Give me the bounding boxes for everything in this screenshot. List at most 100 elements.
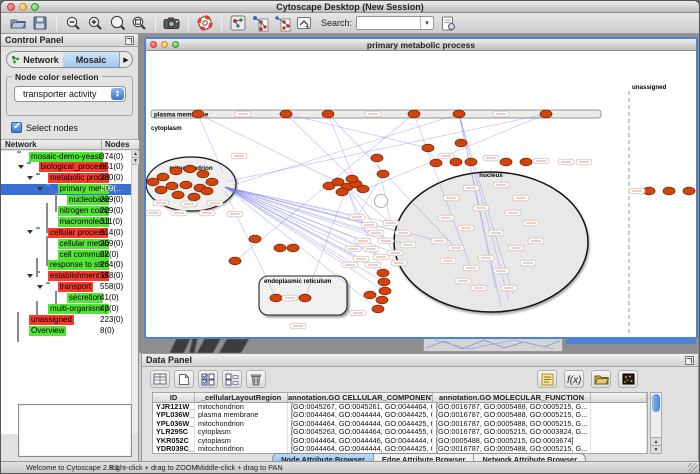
network-node[interactable] <box>192 110 204 118</box>
table-cell[interactable]: [GO:0016787, GO:0005488, GO:0005215, G..… <box>433 411 591 419</box>
tab-network[interactable]: Network <box>7 52 63 67</box>
scrollbar-thumb[interactable] <box>652 394 660 412</box>
tree-column-nodes[interactable]: Nodes <box>101 140 129 149</box>
network-node[interactable] <box>280 110 292 118</box>
table-row[interactable]: YPL036W__1mitochondrion[GO:0044464, GO:0… <box>153 420 647 428</box>
network-node[interactable] <box>465 158 477 166</box>
snapshot-icon[interactable] <box>162 14 182 32</box>
scroll-down-icon[interactable]: ▼ <box>132 158 139 165</box>
table-cell[interactable]: plasma membrane <box>195 411 288 419</box>
expander-icon[interactable] <box>27 230 33 234</box>
tree-row[interactable]: mosaic-demo-yeast874(0) <box>1 151 132 162</box>
network-node[interactable] <box>147 178 159 186</box>
network-node-circle[interactable] <box>375 195 388 208</box>
column-header[interactable]: _cellularLayoutRegion <box>195 393 288 402</box>
network-node[interactable] <box>229 257 241 265</box>
tree-row[interactable]: macromolecule311(0) <box>1 216 132 227</box>
column-header[interactable]: annotation.GO MOLECULAR_FUNCTION <box>433 393 591 402</box>
network-node[interactable] <box>540 110 552 118</box>
import-folder-icon[interactable] <box>591 370 611 388</box>
network-graph[interactable]: plasma membranecytoplasmmitochondrionnuc… <box>146 51 696 335</box>
table-cell[interactable]: [GO:0016787, GO:0005488, GO:0005215, G..… <box>433 420 591 428</box>
network-node[interactable] <box>500 158 512 166</box>
tree-row[interactable]: transport558(0) <box>1 282 132 293</box>
network-node[interactable] <box>450 158 462 166</box>
network-node[interactable] <box>172 191 184 199</box>
column-header[interactable]: annotation.GO CELLULAR_COMPONENT <box>288 393 433 402</box>
table-cell[interactable] <box>591 420 647 428</box>
matrix-icon[interactable] <box>618 370 638 388</box>
function-icon[interactable]: f(x) <box>564 370 584 388</box>
trash-icon[interactable] <box>246 370 266 388</box>
network-node[interactable] <box>170 167 182 175</box>
network-node[interactable] <box>184 165 196 173</box>
expander-icon[interactable] <box>18 165 24 169</box>
table-row[interactable]: YPL036W__2plasma membrane[GO:0044464, GO… <box>153 411 647 419</box>
select-attributes-icon[interactable] <box>198 370 218 388</box>
tree-row[interactable]: response to stimulu264(0) <box>1 260 132 271</box>
scroll-up-icon[interactable]: ▲ <box>132 151 139 158</box>
table-cell[interactable] <box>591 437 647 445</box>
network-node[interactable] <box>455 139 467 147</box>
table-cell[interactable]: YLR295C <box>153 428 195 436</box>
network-node[interactable] <box>249 235 261 243</box>
resize-grip[interactable] <box>688 463 698 473</box>
network-node[interactable] <box>663 187 675 195</box>
tree-row-label[interactable]: mosaic-demo-yeast <box>29 152 103 162</box>
tree-row-label[interactable]: biological_process <box>39 162 109 172</box>
network-node[interactable] <box>322 110 334 118</box>
tab-overflow-arrow[interactable]: ▶ <box>119 52 132 67</box>
table-cell[interactable] <box>591 411 647 419</box>
zoom-in-icon[interactable] <box>85 14 105 32</box>
tree-row[interactable]: unassigned223(0) <box>1 314 132 325</box>
zoom-fit-icon[interactable] <box>129 14 149 32</box>
tree-row-label[interactable]: transport <box>58 282 94 292</box>
attribute-table[interactable]: ID_cellularLayoutRegionannotation.GO CEL… <box>152 392 648 454</box>
network-node[interactable] <box>201 187 213 195</box>
table-row[interactable]: YLR295Ccytoplasm[GO:0045263, GO:0044464,… <box>153 428 647 436</box>
table-cell[interactable]: [GO:0016787, GO:0005488, GO:0005215, G..… <box>433 403 591 411</box>
network-node[interactable] <box>206 178 218 186</box>
tree-row[interactable]: secretion41(0) <box>1 293 132 304</box>
table-row[interactable]: YKR052Ccytoplasm[GO:0044464, GO:0044446,… <box>153 437 647 445</box>
expander-icon[interactable] <box>37 187 43 191</box>
network-node[interactable] <box>408 110 420 118</box>
tree-row[interactable]: nucleobase-209(0) <box>1 195 132 206</box>
tree-row-label[interactable]: cellular process <box>48 228 108 238</box>
network-window-titlebar[interactable]: primary metabolic process <box>146 39 696 51</box>
table-cell[interactable]: [GO:0005488, GO:0005215, GO:0003674] <box>433 437 591 445</box>
network-node[interactable] <box>376 296 388 304</box>
network-node[interactable] <box>157 173 169 181</box>
network-node[interactable] <box>188 193 200 201</box>
network-node[interactable] <box>336 188 348 196</box>
new-document-icon[interactable] <box>174 370 194 388</box>
table-icon[interactable] <box>150 370 170 388</box>
open-session-icon[interactable] <box>8 14 28 32</box>
network-node[interactable] <box>453 110 465 118</box>
network-node[interactable] <box>346 175 358 183</box>
table-cell[interactable]: cytoplasm <box>195 437 288 445</box>
network-node[interactable] <box>378 278 390 286</box>
help-icon[interactable] <box>195 14 215 32</box>
search-dropdown-icon[interactable]: ▾ <box>420 17 433 29</box>
table-cell[interactable]: mitochondrion <box>195 403 288 411</box>
table-cell[interactable]: [GO:0045267, GO:0045261, GO:0044464, G..… <box>288 403 433 411</box>
table-cell[interactable] <box>591 403 647 411</box>
network-node[interactable] <box>379 287 391 295</box>
tree-row-label[interactable]: secretion <box>67 293 103 303</box>
tree-row[interactable]: cellular process614(0) <box>1 227 132 238</box>
tab-mosaic[interactable]: Mosaic <box>63 52 119 67</box>
nucleus-region[interactable] <box>394 172 588 312</box>
tree-row[interactable]: multi-organism pro42(0) <box>1 303 132 314</box>
network-node[interactable] <box>371 154 383 162</box>
save-session-icon[interactable] <box>30 14 50 32</box>
color-attribute-dropdown[interactable]: transporter activity ▲▼ <box>14 86 126 102</box>
network-node[interactable] <box>270 294 282 302</box>
graphics-details-icon[interactable] <box>228 14 248 32</box>
table-cell[interactable]: [GO:0045263, GO:0044464, GO:0044455, G..… <box>288 428 433 436</box>
expander-icon[interactable] <box>37 285 43 289</box>
birdseye-view[interactable] <box>18 404 132 457</box>
network-node[interactable] <box>364 291 376 299</box>
tree-row-label[interactable]: unassigned <box>29 315 74 325</box>
tree-row[interactable]: biological_process651(0) <box>1 162 132 173</box>
